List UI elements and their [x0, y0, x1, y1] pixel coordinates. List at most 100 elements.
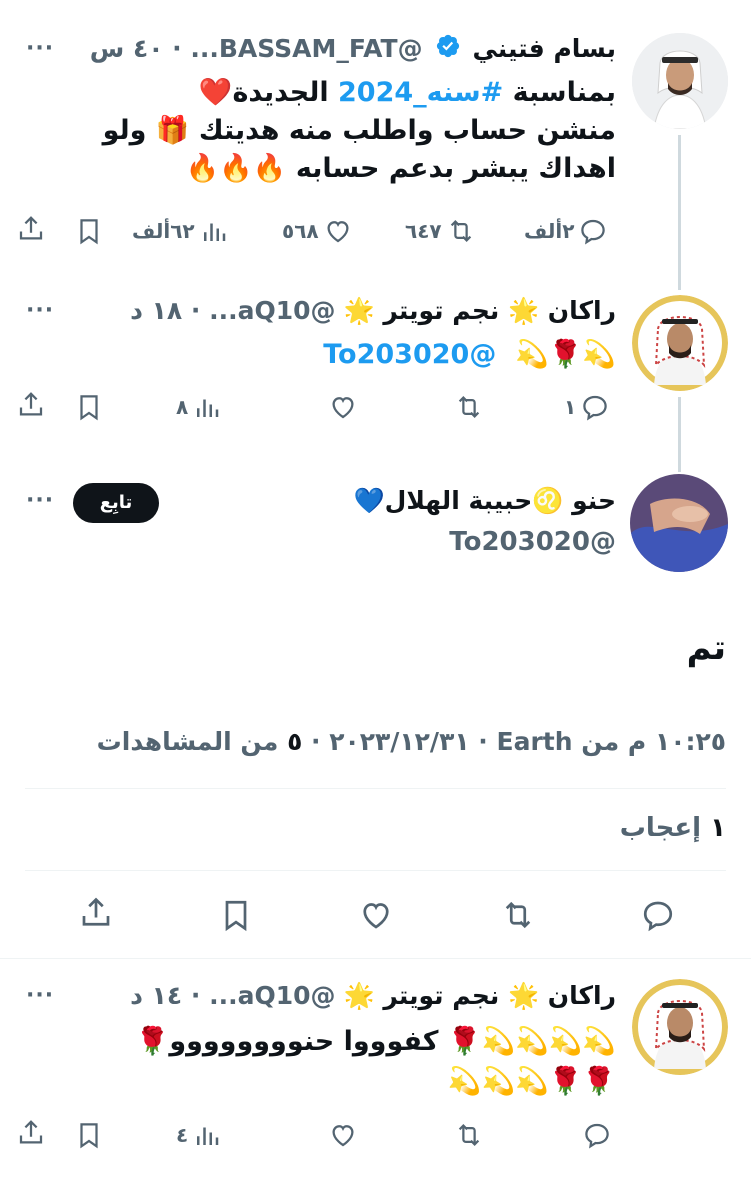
- more-icon[interactable]: ···: [26, 983, 54, 1008]
- divider: [25, 788, 726, 789]
- follow-button[interactable]: تابِع: [73, 483, 159, 523]
- main-likes-label: إعجاب: [619, 813, 702, 843]
- tweet2-reply[interactable]: ١: [564, 392, 610, 422]
- more-icon[interactable]: ···: [26, 298, 54, 323]
- main-date[interactable]: ١٠:٢٥ م من Earth · ٢٠٢٣/١٢/٣١: [329, 727, 726, 756]
- main-views-label: من المشاهدات: [96, 727, 279, 756]
- avatar-rakan-reply-photo: [632, 979, 728, 1075]
- reply-icon: [643, 901, 673, 932]
- tweet2-author-name[interactable]: راكان 🌟 نجم تويتر 🌟: [343, 296, 616, 325]
- main-bookmark[interactable]: [218, 897, 254, 933]
- tweet2-header: راكان 🌟 نجم تويتر 🌟 @aQ10... · ١٨ د: [130, 296, 616, 325]
- retweet-icon: [505, 901, 531, 929]
- tweet1-like[interactable]: ٥٦٨: [282, 216, 353, 246]
- tweet1-bookmark[interactable]: [74, 216, 104, 246]
- main-share[interactable]: [78, 895, 114, 931]
- main-views-count: ٥: [287, 727, 303, 756]
- main-handle-row: @To203020: [449, 525, 616, 559]
- avatar-rakan-photo: [632, 295, 728, 391]
- divider: [25, 870, 726, 871]
- tweet1-author-name[interactable]: بسام فتيني: [472, 34, 616, 63]
- tweet3-handle[interactable]: @aQ10...: [209, 981, 335, 1010]
- tweet2-bookmark[interactable]: [74, 392, 104, 422]
- verified-icon: [435, 33, 461, 68]
- main-author-name[interactable]: حنو ♌️حبيبة الهلال💙: [354, 486, 617, 515]
- tweet2-retweet[interactable]: [454, 392, 484, 422]
- avatar-main[interactable]: [630, 474, 728, 572]
- share-icon: [19, 392, 43, 416]
- tweet3-line2: 🌹🌹💫💫💫: [447, 1066, 616, 1097]
- tweet1-time[interactable]: ٤٠ س: [90, 34, 164, 63]
- main-author-name-row: حنو ♌️حبيبة الهلال💙: [354, 484, 617, 518]
- tweet1-hashtag[interactable]: #سنه_2024: [338, 77, 503, 108]
- main-meta: ١٠:٢٥ م من Earth · ٢٠٢٣/١٢/٣١ · ٥ من الم…: [96, 727, 726, 756]
- bookmark-icon: [225, 900, 247, 932]
- retweet-icon: [458, 396, 480, 418]
- tweet3-author-name[interactable]: راكان 🌟 نجم تويتر 🌟: [343, 981, 616, 1010]
- tweet1-line1: بمناسبة #سنه_2024 الجديدة❤️: [198, 77, 616, 108]
- tweet3-retweet[interactable]: [454, 1120, 484, 1150]
- tweet3-text: 💫💫💫💫🌹 كفوووا حنوووووووو🌹 🌹🌹💫💫💫: [136, 1022, 616, 1102]
- tweet1-handle[interactable]: @BASSAM_FAT...: [190, 34, 422, 63]
- views-count: ٤: [176, 1123, 189, 1147]
- views-icon: [197, 1127, 219, 1145]
- tweet3-share[interactable]: [16, 1118, 46, 1148]
- reply-icon: [583, 395, 607, 421]
- main-likes-summary[interactable]: ١ إعجاب: [620, 813, 726, 843]
- like-icon: [332, 1125, 354, 1147]
- main-likes-count: ١: [710, 813, 726, 843]
- tweet2-text: 💫🌹💫 @To203020: [323, 336, 616, 374]
- tweet1-share[interactable]: [16, 214, 46, 244]
- retweet-icon: [458, 1124, 480, 1146]
- tweet3-views[interactable]: ٤: [176, 1120, 222, 1150]
- retweet-count: ٦٤٧: [405, 219, 442, 243]
- tweet3-line1: 💫💫💫💫🌹 كفوووا حنوووووووو🌹: [135, 1026, 616, 1057]
- like-icon: [332, 397, 354, 419]
- views-icon: [203, 223, 225, 241]
- tweet1-reply[interactable]: ٢ألف: [524, 216, 608, 246]
- tweet2-views[interactable]: ٨: [176, 392, 222, 422]
- tweet2-time[interactable]: ١٨ د: [130, 296, 182, 325]
- like-count: ٥٦٨: [282, 219, 319, 243]
- tweet3-like[interactable]: [328, 1120, 358, 1150]
- avatar-bassam-photo: [632, 33, 728, 129]
- tweet1-retweet[interactable]: ٦٤٧: [405, 216, 476, 246]
- more-icon[interactable]: ···: [26, 36, 54, 61]
- retweet-icon: [450, 220, 471, 242]
- avatar-rakan-reply[interactable]: [632, 979, 728, 1075]
- tweet1-line3: اهداك يبشر بدعم حسابه 🔥🔥🔥: [185, 153, 616, 184]
- like-icon: [363, 903, 389, 929]
- avatar-bassam[interactable]: [632, 33, 728, 129]
- tweet1-line2: منشن حساب واطلب منه هديتك 🎁 ولو: [102, 115, 616, 146]
- tweet2-like[interactable]: [328, 392, 358, 422]
- views-icon: [197, 399, 219, 417]
- share-icon: [19, 216, 43, 240]
- divider: [0, 958, 751, 959]
- main-handle[interactable]: @To203020: [449, 527, 616, 557]
- like-icon: [327, 221, 349, 243]
- tweet3-time[interactable]: ١٤ د: [130, 981, 182, 1010]
- views-count: ٦٢ألف: [132, 219, 195, 243]
- tweet2-emojis: 💫🌹💫: [515, 339, 616, 370]
- tweet2-mention[interactable]: @To203020: [323, 339, 496, 370]
- tweet1-header: بسام فتيني @BASSAM_FAT... · ٤٠ س: [90, 32, 616, 68]
- tweet3-bookmark[interactable]: [74, 1120, 104, 1150]
- tweet2-handle[interactable]: @aQ10...: [209, 296, 335, 325]
- tweet2-share[interactable]: [16, 390, 46, 420]
- tweet3-reply[interactable]: [582, 1120, 612, 1150]
- tweet1-views[interactable]: ٦٢ألف: [132, 216, 229, 246]
- thread-line-1: [678, 135, 681, 290]
- tweet1-text: بمناسبة #سنه_2024 الجديدة❤️ منشن حساب وا…: [103, 74, 616, 188]
- share-icon: [82, 897, 110, 926]
- views-count: ٨: [176, 395, 189, 419]
- main-retweet[interactable]: [500, 897, 536, 933]
- main-like[interactable]: [358, 897, 394, 933]
- more-icon[interactable]: ···: [26, 488, 54, 513]
- reply-icon: [581, 219, 606, 245]
- avatar-rakan[interactable]: [632, 295, 728, 391]
- thread-line-2: [678, 397, 681, 472]
- reply-count: ١: [564, 395, 577, 419]
- main-reply[interactable]: [640, 897, 676, 933]
- tweet3-header: راكان 🌟 نجم تويتر 🌟 @aQ10... · ١٤ د: [130, 981, 616, 1010]
- reply-icon: [585, 1123, 609, 1149]
